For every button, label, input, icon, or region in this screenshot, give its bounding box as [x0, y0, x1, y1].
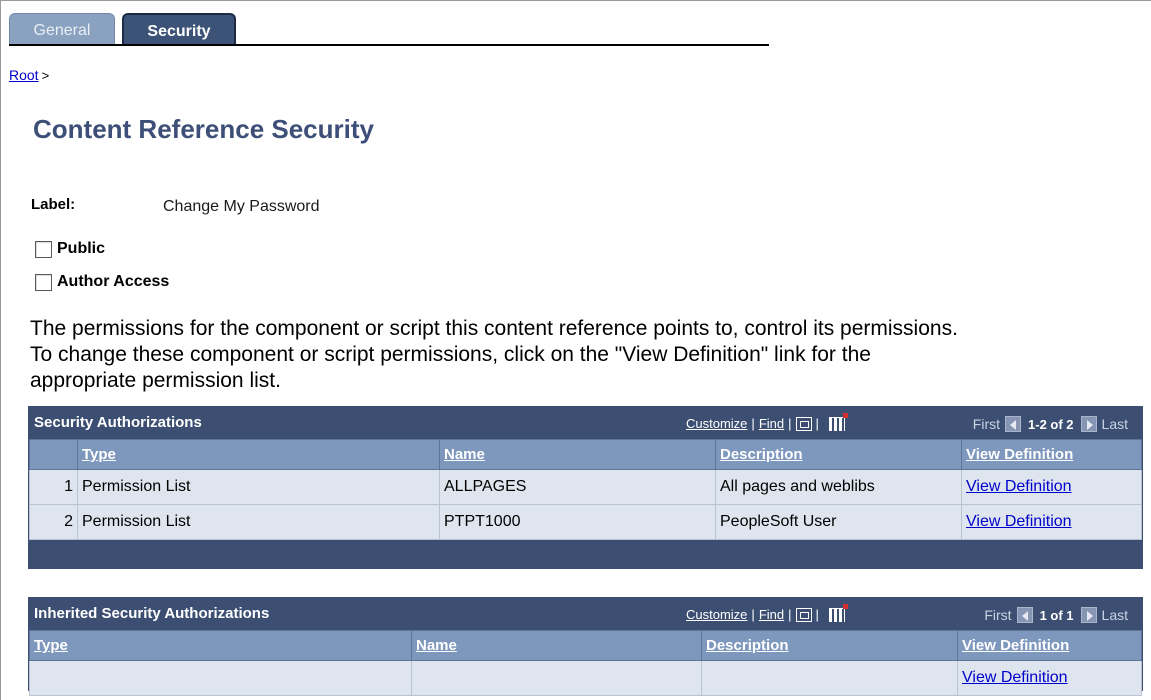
view-definition-link[interactable]: View Definition: [966, 478, 1072, 495]
pipe-separator: |: [751, 607, 755, 622]
breadcrumb: Root >: [9, 67, 49, 83]
tab-divider: [9, 44, 769, 46]
security-authorizations-table: Type Name Description View Definition 1 …: [29, 439, 1142, 540]
cell-type: Permission List: [77, 504, 440, 540]
last-label[interactable]: Last: [1102, 607, 1128, 623]
page-title: Content Reference Security: [33, 114, 374, 144]
cell-view-definition: View Definition: [961, 504, 1142, 540]
grid-header: Inherited Security Authorizations Custom…: [29, 598, 1142, 630]
breadcrumb-root-link[interactable]: Root: [9, 67, 39, 83]
view-definition-link[interactable]: View Definition: [962, 669, 1068, 686]
cell-view-definition: View Definition: [961, 469, 1142, 505]
column-header-description-link[interactable]: Description: [720, 446, 803, 463]
column-header-name[interactable]: Name: [439, 439, 716, 470]
author-access-checkbox[interactable]: [35, 273, 52, 291]
cell-description: All pages and weblibs: [715, 469, 962, 505]
first-label[interactable]: First: [973, 416, 1000, 432]
inherited-security-authorizations-table: Type Name Description View Definition Vi…: [29, 630, 1142, 696]
column-header-description[interactable]: Description: [715, 439, 962, 470]
grid-title: Inherited Security Authorizations: [34, 605, 270, 622]
column-header-view-definition[interactable]: View Definition: [957, 630, 1142, 661]
breadcrumb-separator: >: [41, 68, 50, 83]
column-header-name-link[interactable]: Name: [444, 446, 485, 463]
page-frame: General Security Root > Content Reference…: [0, 0, 1151, 700]
column-header-name[interactable]: Name: [411, 630, 702, 661]
inherited-security-authorizations-grid: Inherited Security Authorizations Custom…: [28, 597, 1143, 696]
column-header-type-link[interactable]: Type: [34, 637, 68, 654]
pipe-separator: |: [788, 607, 792, 622]
grid-pagination: First 1-2 of 2 Last: [971, 416, 1130, 432]
grid-title: Security Authorizations: [34, 414, 202, 431]
next-arrow-icon[interactable]: [1080, 416, 1097, 432]
download-grid-icon[interactable]: [828, 412, 848, 431]
first-label[interactable]: First: [984, 607, 1011, 623]
public-checkbox-row[interactable]: Public: [35, 240, 105, 258]
tab-bar: General Security: [9, 13, 769, 46]
grid-pagination: First 1 of 1 Last: [982, 607, 1130, 623]
security-authorizations-grid: Security Authorizations Customize | Find…: [28, 406, 1143, 569]
column-header-type-link[interactable]: Type: [82, 446, 116, 463]
customize-link[interactable]: Customize: [686, 607, 747, 622]
previous-arrow-icon[interactable]: [1016, 607, 1033, 623]
cell-name: ALLPAGES: [439, 469, 716, 505]
label-field-value: Change My Password: [163, 198, 320, 215]
instructions-text: The permissions for the component or scr…: [30, 317, 958, 392]
author-access-checkbox-row[interactable]: Author Access: [35, 273, 169, 291]
row-number: 2: [29, 504, 78, 540]
cell-description: PeopleSoft User: [715, 504, 962, 540]
grid-tools: Customize | Find | |: [686, 603, 848, 622]
find-link[interactable]: Find: [759, 607, 784, 622]
table-row: 1 Permission List ALLPAGES All pages and…: [29, 469, 1142, 505]
label-field-label: Label:: [31, 196, 76, 213]
find-link[interactable]: Find: [759, 416, 784, 431]
cell-type: [29, 660, 412, 696]
table-row: 2 Permission List PTPT1000 PeopleSoft Us…: [29, 504, 1142, 540]
grid-header: Security Authorizations Customize | Find…: [29, 407, 1142, 439]
last-label[interactable]: Last: [1102, 416, 1128, 432]
pipe-separator: |: [815, 607, 819, 622]
view-definition-link[interactable]: View Definition: [966, 513, 1072, 530]
column-header-type[interactable]: Type: [77, 439, 440, 470]
column-header-type[interactable]: Type: [29, 630, 412, 661]
table-header-row: Type Name Description View Definition: [29, 439, 1142, 470]
cell-name: [411, 660, 702, 696]
grid-tools: Customize | Find | |: [686, 412, 848, 431]
view-all-icon[interactable]: [795, 607, 812, 622]
cell-view-definition: View Definition: [957, 660, 1142, 696]
next-arrow-icon[interactable]: [1080, 607, 1097, 623]
tab-security[interactable]: Security: [122, 13, 236, 46]
row-range: 1 of 1: [1039, 607, 1074, 623]
public-checkbox-label: Public: [57, 240, 106, 257]
public-checkbox[interactable]: [35, 240, 52, 258]
view-all-icon[interactable]: [795, 416, 812, 431]
pipe-separator: |: [751, 416, 755, 431]
cell-name: PTPT1000: [439, 504, 716, 540]
grid-footer: [29, 540, 1142, 567]
tab-general[interactable]: General: [9, 13, 115, 46]
cell-type: Permission List: [77, 469, 440, 505]
cell-description: [701, 660, 958, 696]
table-header-row: Type Name Description View Definition: [29, 630, 1142, 661]
row-number: 1: [29, 469, 78, 505]
download-grid-icon[interactable]: [828, 603, 848, 622]
previous-arrow-icon[interactable]: [1005, 416, 1022, 432]
customize-link[interactable]: Customize: [686, 416, 747, 431]
pipe-separator: |: [815, 416, 819, 431]
row-number-header: [29, 439, 78, 470]
column-header-name-link[interactable]: Name: [416, 637, 457, 654]
table-row: View Definition: [29, 660, 1142, 696]
column-header-view-definition-link[interactable]: View Definition: [962, 637, 1069, 654]
column-header-view-definition[interactable]: View Definition: [961, 439, 1142, 470]
column-header-description-link[interactable]: Description: [706, 637, 789, 654]
pipe-separator: |: [788, 416, 792, 431]
author-access-checkbox-label: Author Access: [57, 273, 170, 290]
row-range: 1-2 of 2: [1028, 416, 1074, 432]
column-header-description[interactable]: Description: [701, 630, 958, 661]
column-header-view-definition-link[interactable]: View Definition: [966, 446, 1073, 463]
